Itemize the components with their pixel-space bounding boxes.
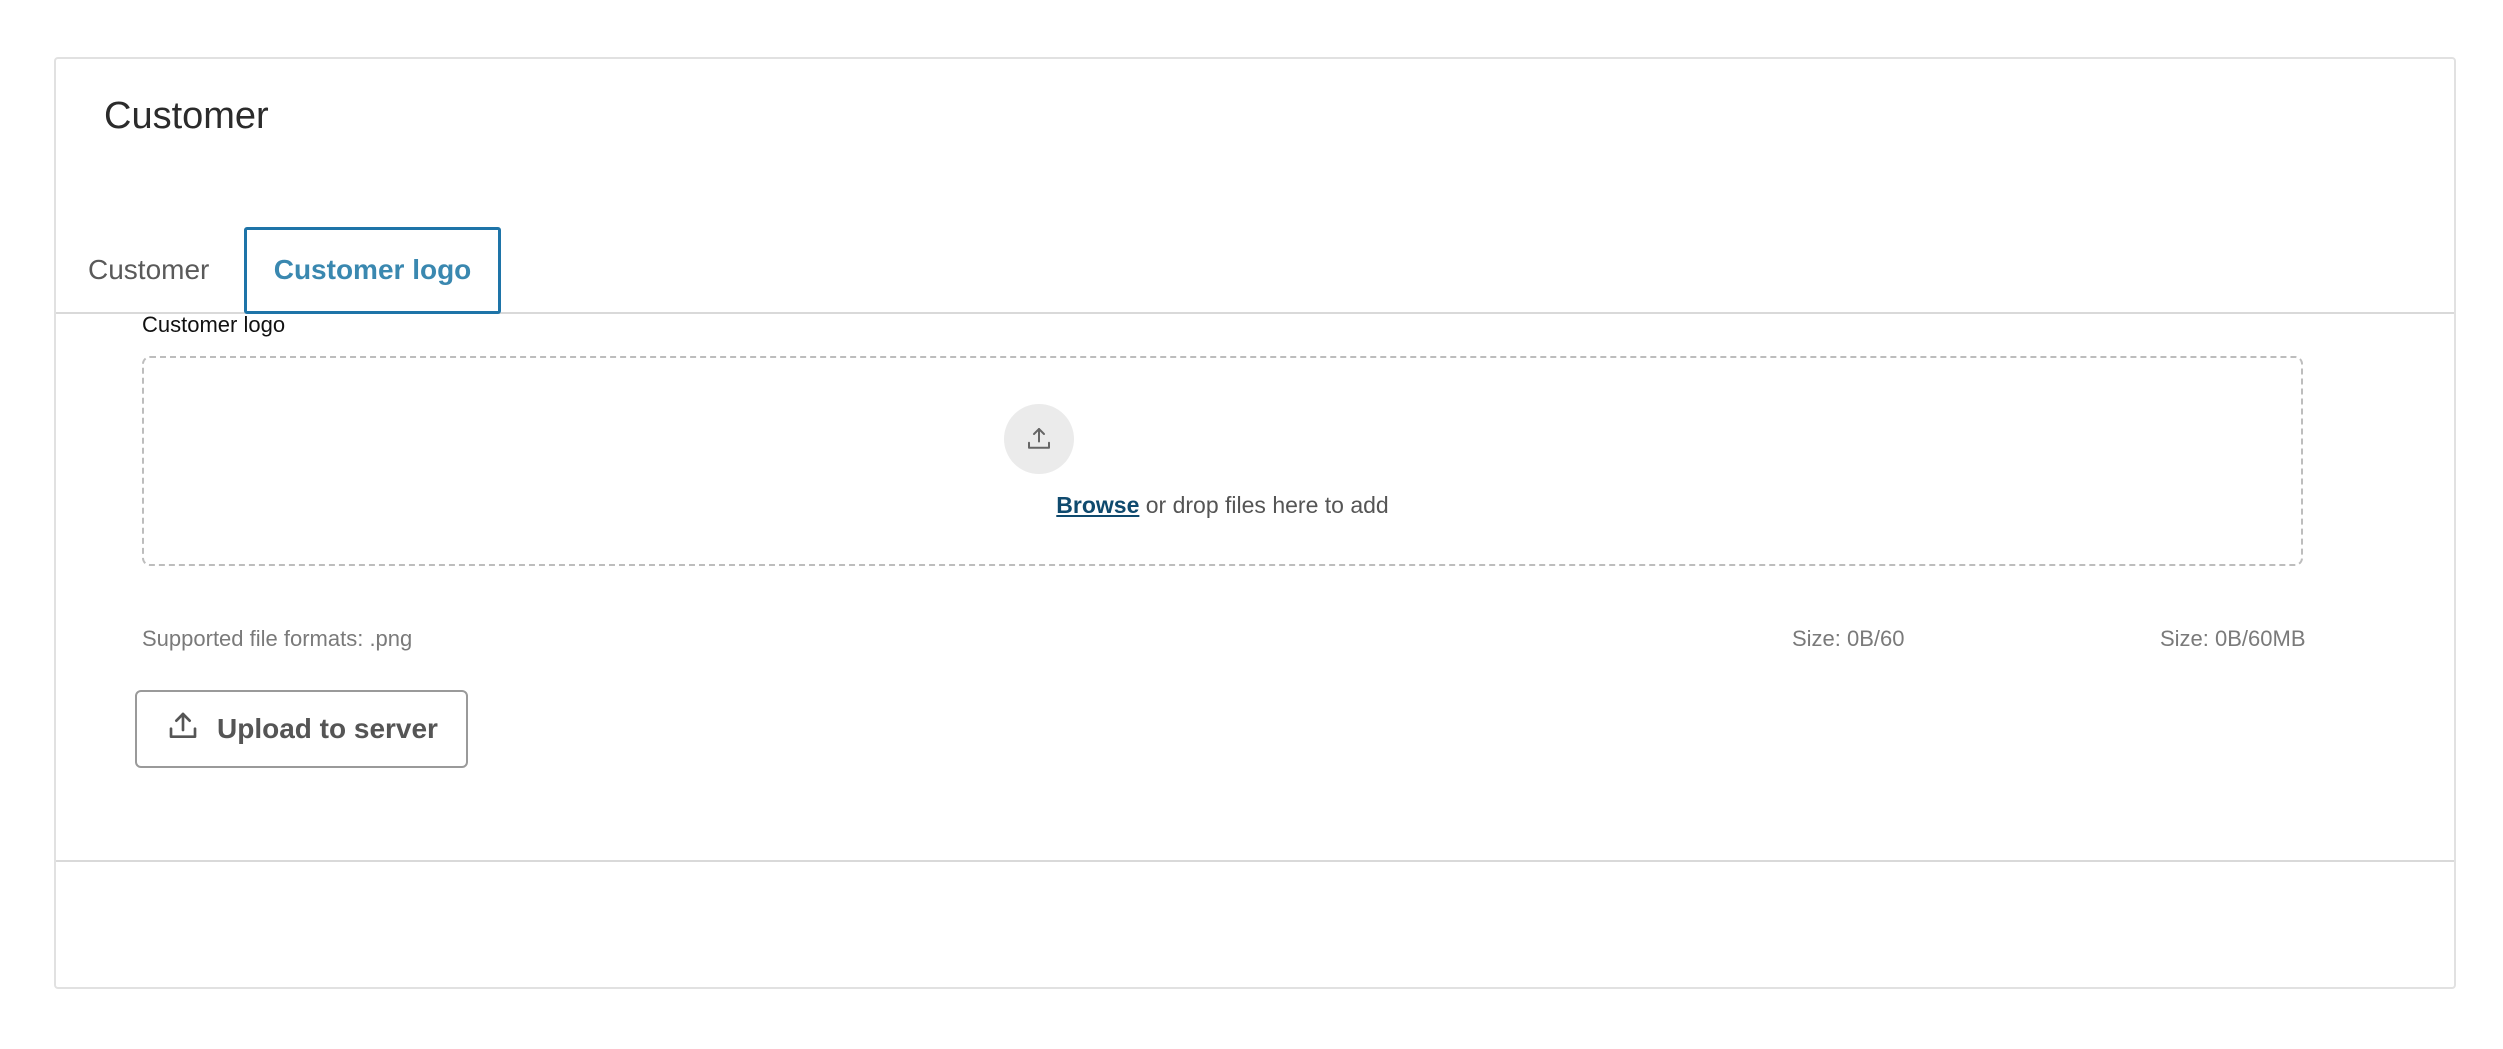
dropzone-text: Browse or drop files here to add — [144, 492, 2301, 519]
tab-customer[interactable]: Customer — [88, 227, 248, 312]
file-total-size: Size: 0B/60MB — [2160, 626, 2306, 651]
tab-customer-logo[interactable]: Customer logo — [244, 227, 501, 314]
browse-link[interactable]: Browse — [1056, 492, 1139, 518]
supported-formats-text: Supported file formats: .png — [142, 626, 413, 651]
customer-logo-label: Customer logo — [142, 312, 286, 337]
upload-icon — [1004, 404, 1074, 474]
upload-to-server-button[interactable]: Upload to server — [135, 690, 468, 768]
file-count-size: Size: 0B/60 — [1792, 626, 1905, 651]
drop-instructions: or drop files here to add — [1139, 492, 1389, 518]
upload-icon — [167, 710, 199, 749]
tab-bar: Customer Customer logo — [56, 169, 2454, 314]
upload-button-label: Upload to server — [217, 713, 438, 744]
footer-divider — [56, 860, 2454, 862]
file-dropzone[interactable]: Browse or drop files here to add — [142, 356, 2303, 566]
customer-panel: Customer Customer Customer logo Customer… — [54, 57, 2456, 989]
page-title: Customer — [104, 95, 269, 137]
